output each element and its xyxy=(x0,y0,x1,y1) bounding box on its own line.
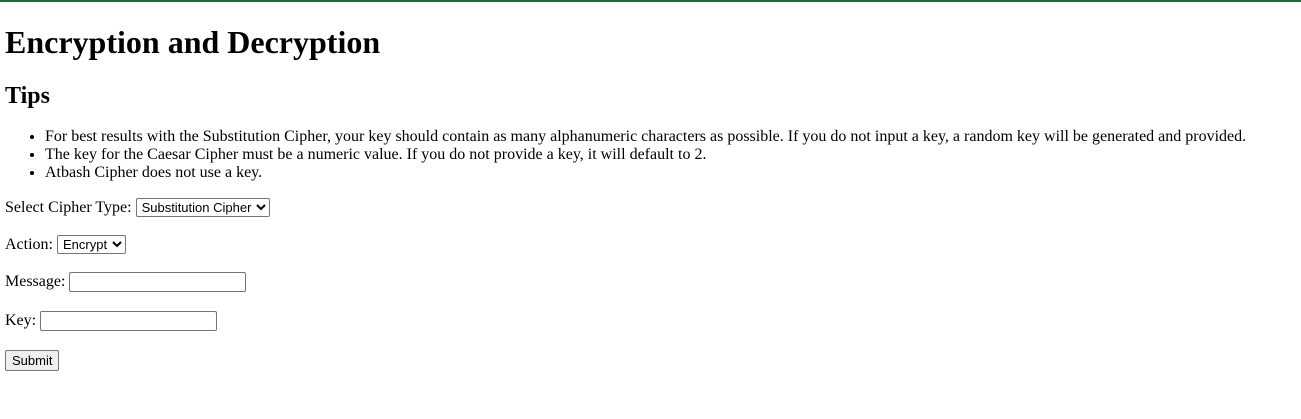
message-input[interactable] xyxy=(69,272,247,292)
cipher-type-label: Select Cipher Type: xyxy=(5,198,132,216)
tip-item-atbash: Atbash Cipher does not use a key. xyxy=(45,164,1295,182)
page-title: Encryption and Decryption xyxy=(5,24,381,60)
tips-heading: Tips xyxy=(5,83,50,109)
key-label: Key: xyxy=(5,312,37,329)
action-label: Action: xyxy=(5,235,53,253)
message-row: Message: xyxy=(5,272,247,292)
cipher-type-row: Select Cipher Type: Substitution Cipher xyxy=(5,198,270,217)
tip-item-caesar: The key for the Caesar Cipher must be a … xyxy=(45,146,1295,164)
key-row: Key: xyxy=(5,311,218,331)
tip-item-substitution: For best results with the Substitution C… xyxy=(45,128,1295,146)
top-accent-bar xyxy=(0,0,1301,2)
cipher-type-select[interactable]: Substitution Cipher xyxy=(135,198,270,217)
key-input[interactable] xyxy=(40,311,218,331)
tips-list: For best results with the Substitution C… xyxy=(5,128,1295,182)
message-label: Message: xyxy=(5,273,66,290)
submit-row: Submit xyxy=(5,350,60,371)
action-select[interactable]: Encrypt xyxy=(57,235,126,254)
action-row: Action: Encrypt xyxy=(5,235,126,254)
submit-button[interactable]: Submit xyxy=(5,350,60,371)
